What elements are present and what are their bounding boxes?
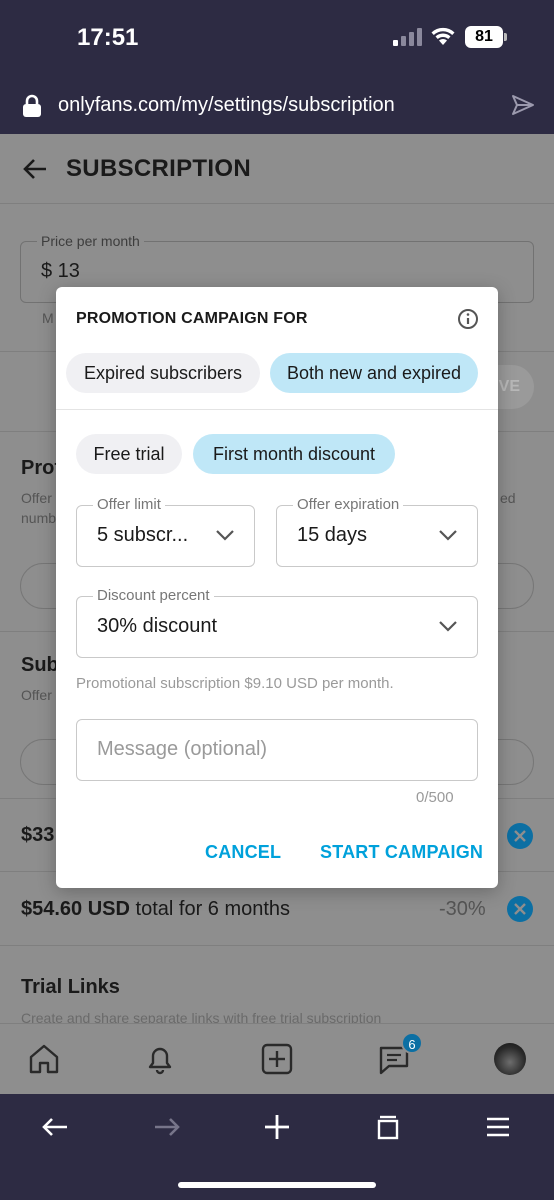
home-indicator xyxy=(178,1182,376,1188)
status-time: 17:51 xyxy=(77,24,139,51)
discount-percent-value: 30% discount xyxy=(97,615,218,637)
page-header: SUBSCRIPTION xyxy=(0,134,554,204)
price-hint-partial: M xyxy=(42,310,54,326)
offer-expiration-select[interactable]: Offer expiration 15 days xyxy=(276,496,478,567)
tabs-icon[interactable] xyxy=(373,1112,403,1142)
type-free-trial-chip[interactable]: Free trial xyxy=(76,434,182,474)
chevron-down-icon xyxy=(439,621,457,632)
offer-limit-label: Offer limit xyxy=(93,496,165,513)
promotion-campaign-dialog: PROMOTION CAMPAIGN FOR Expired subscribe… xyxy=(56,287,498,888)
offer-expiration-label: Offer expiration xyxy=(293,496,404,513)
bundle-row-2-duration: total for 6 months xyxy=(129,898,291,920)
add-post-icon[interactable] xyxy=(260,1042,294,1076)
info-icon[interactable] xyxy=(457,308,479,330)
bundles-desc: Offer xyxy=(21,687,52,703)
remove-bundle-icon[interactable] xyxy=(507,823,533,849)
avatar[interactable] xyxy=(494,1043,526,1075)
promotions-desc-2: numb xyxy=(21,510,57,526)
new-tab-plus-icon[interactable] xyxy=(262,1112,292,1142)
bundle-row-2-price: $54.60 USD xyxy=(21,898,130,920)
notifications-bell-icon[interactable] xyxy=(143,1042,177,1076)
discount-percent-select[interactable]: Discount percent 30% discount xyxy=(76,587,478,658)
offer-limit-select[interactable]: Offer limit 5 subscr... xyxy=(76,496,255,567)
cancel-button[interactable]: CANCEL xyxy=(205,842,281,863)
promotions-desc-right: ed xyxy=(500,490,516,506)
battery-icon: 81 xyxy=(465,26,507,48)
share-send-icon[interactable] xyxy=(510,93,536,117)
bottom-navigation: 6 xyxy=(0,1023,554,1094)
message-placeholder: Message (optional) xyxy=(97,738,268,760)
type-first-month-discount-chip[interactable]: First month discount xyxy=(193,434,395,474)
cellular-signal-icon xyxy=(393,28,422,46)
page-title: SUBSCRIPTION xyxy=(66,155,251,182)
promotional-price-hint: Promotional subscription $9.10 USD per m… xyxy=(76,675,394,692)
promotions-title: Prof xyxy=(21,457,61,479)
remove-bundle-icon[interactable] xyxy=(507,896,533,922)
browser-back-icon[interactable] xyxy=(40,1112,70,1142)
message-input[interactable]: Message (optional) xyxy=(76,719,478,781)
url-text[interactable]: onlyfans.com/my/settings/subscription xyxy=(58,94,395,117)
start-campaign-button[interactable]: START CAMPAIGN xyxy=(320,842,483,863)
battery-level: 81 xyxy=(465,26,503,48)
offer-limit-value: 5 subscr... xyxy=(97,524,189,546)
home-icon[interactable] xyxy=(27,1042,61,1076)
trial-links-title: Trial Links xyxy=(21,976,120,998)
messages-badge: 6 xyxy=(401,1032,423,1054)
bundle-row-2-text: $54.60 USD total for 6 months xyxy=(21,898,290,921)
bundle-row-1-text: $33 xyxy=(21,824,55,846)
bundles-title: Sub xyxy=(21,654,59,676)
price-value[interactable]: $ 13 xyxy=(41,260,80,283)
menu-hamburger-icon[interactable] xyxy=(483,1112,513,1142)
promotions-desc-1: Offer xyxy=(21,490,52,506)
discount-percent-label: Discount percent xyxy=(93,587,214,604)
audience-expired-chip[interactable]: Expired subscribers xyxy=(66,353,260,393)
dialog-title: PROMOTION CAMPAIGN FOR xyxy=(76,310,308,327)
offer-expiration-value: 15 days xyxy=(297,524,368,546)
chevron-down-icon xyxy=(439,530,457,541)
wifi-icon xyxy=(431,27,455,45)
audience-both-chip[interactable]: Both new and expired xyxy=(270,353,478,393)
message-char-counter: 0/500 xyxy=(416,789,454,806)
browser-url-bar[interactable]: onlyfans.com/my/settings/subscription xyxy=(0,78,554,134)
status-bar: 17:51 81 xyxy=(0,0,554,78)
bundle-row-2-percent: -30% xyxy=(439,898,486,920)
price-label: Price per month xyxy=(37,233,144,249)
browser-forward-icon xyxy=(155,1118,180,1136)
lock-icon xyxy=(23,94,41,117)
back-arrow-icon[interactable] xyxy=(22,156,48,182)
chevron-down-icon xyxy=(216,530,234,541)
